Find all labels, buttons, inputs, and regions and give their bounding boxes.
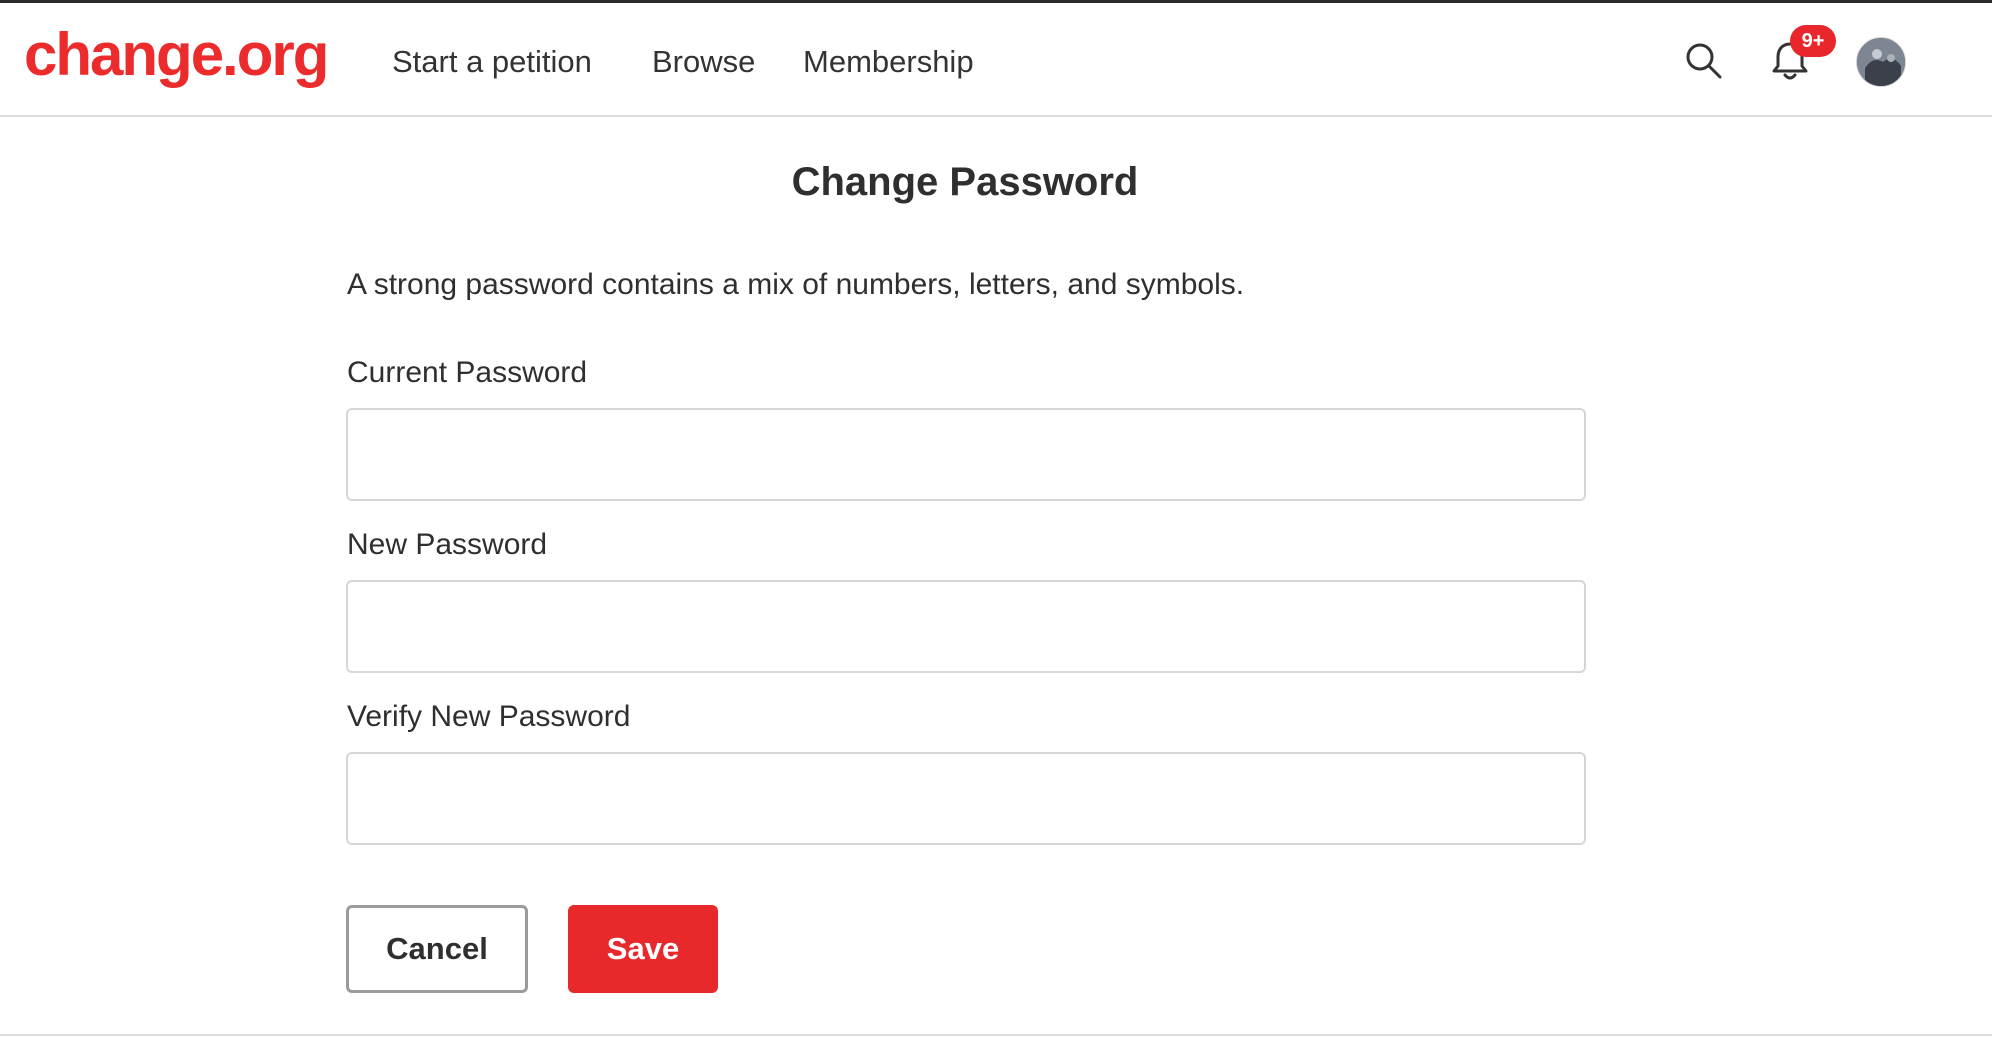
new-password-input[interactable] <box>346 580 1586 673</box>
cancel-button[interactable]: Cancel <box>346 905 528 993</box>
verify-password-input[interactable] <box>346 752 1586 845</box>
nav-browse[interactable]: Browse <box>652 43 755 80</box>
user-avatar[interactable] <box>1856 37 1906 87</box>
footer-divider <box>0 1034 1992 1036</box>
password-hint-text: A strong password contains a mix of numb… <box>347 268 1245 301</box>
current-password-input[interactable] <box>346 408 1586 501</box>
site-header: change.org Start a petition Browse Membe… <box>0 3 1992 117</box>
new-password-label: New Password <box>347 528 548 561</box>
save-button[interactable]: Save <box>568 905 718 993</box>
page-title: Change Password <box>791 160 1139 204</box>
nav-start-a-petition[interactable]: Start a petition <box>392 43 592 80</box>
search-icon[interactable] <box>1684 41 1724 81</box>
current-password-label: Current Password <box>347 356 588 389</box>
verify-password-label: Verify New Password <box>347 700 631 733</box>
change-org-logo[interactable]: change.org <box>24 25 329 85</box>
nav-membership[interactable]: Membership <box>803 43 974 80</box>
notification-count-badge: 9+ <box>1790 25 1836 57</box>
